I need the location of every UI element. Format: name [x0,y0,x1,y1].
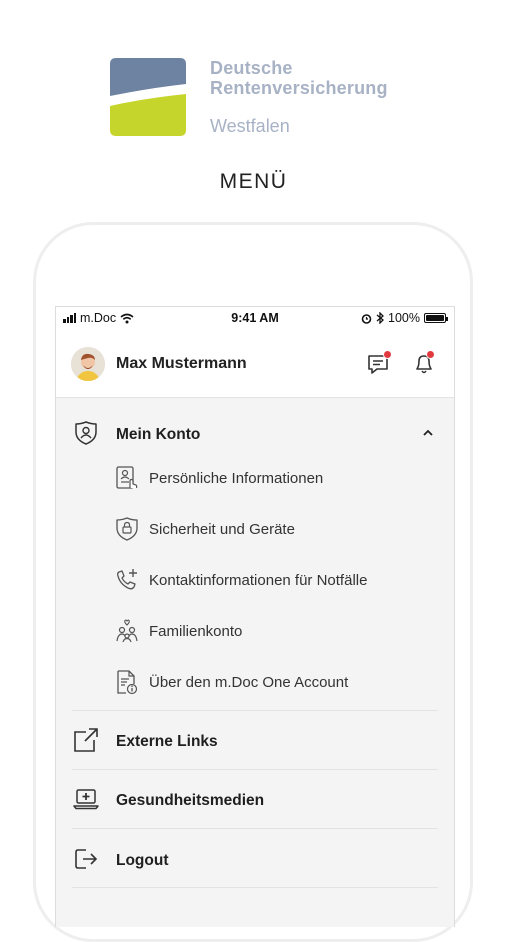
drv-logo-mark-icon [110,58,186,136]
shield-lock-icon [113,515,141,543]
divider [72,769,438,770]
user-header: Max Mustermann [56,331,454,398]
phone-screen: m.Doc 9:41 AM 100% Max Mustermann Mein K… [55,306,455,927]
submenu-item-kontaktinformationen[interactable]: Kontaktinformationen für Notfälle [56,560,454,600]
brand-logo: Deutsche Rentenversicherung Westfalen [110,58,410,138]
menu-item-mein-konto[interactable]: Mein Konto [56,419,454,449]
menu-label-externe-links: Externe Links [116,733,218,750]
page-title: MENÜ [219,170,288,193]
submenu-item-familienkonto[interactable]: Familienkonto [56,611,454,651]
phone-plus-icon [113,566,141,594]
submenu-label: Persönliche Informationen [149,470,324,487]
menu-label-logout: Logout [116,852,169,869]
logout-icon [72,845,100,873]
submenu-label: Sicherheit und Geräte [149,521,295,538]
menu-item-logout[interactable]: Logout [56,844,454,876]
chat-icon[interactable] [366,350,392,377]
submenu-item-persoenliche-informationen[interactable]: Persönliche Informationen [56,458,454,498]
battery-icon [424,313,448,323]
submenu-label: Familienkonto [149,623,243,640]
user-shield-icon [72,419,100,447]
medical-laptop-icon [72,785,100,813]
id-card-icon [113,464,141,492]
menu-item-gesundheitsmedien[interactable]: Gesundheitsmedien [56,785,454,817]
divider [72,710,438,711]
status-bar: m.Doc 9:41 AM 100% [56,307,454,331]
menu-label-mein-konto: Mein Konto [116,426,201,443]
battery-percent: 100% [388,311,420,325]
submenu-label: Über den m.Doc One Account [149,674,349,691]
divider [72,887,438,888]
external-link-icon [72,726,100,754]
divider [72,828,438,829]
brand-region: Westfalen [210,116,290,136]
menu-label-gesundheitsmedien: Gesundheitsmedien [116,792,265,809]
submenu-label: Kontaktinformationen für Notfälle [149,572,368,589]
family-icon [113,617,141,645]
menu-item-externe-links[interactable]: Externe Links [56,725,454,757]
submenu-item-sicherheit-und-geraete[interactable]: Sicherheit und Geräte [56,509,454,549]
bell-icon[interactable] [411,350,437,377]
document-info-icon [113,668,141,696]
bluetooth-icon [376,312,384,324]
avatar[interactable] [71,347,105,381]
submenu-item-ueber-account[interactable]: Über den m.Doc One Account [56,662,454,702]
user-name: Max Mustermann [116,355,247,372]
brand-name-line1: Deutsche [210,58,293,78]
alarm-icon [361,313,372,324]
chevron-up-icon[interactable] [422,428,434,438]
brand-name-line2: Rentenversicherung [210,78,388,98]
